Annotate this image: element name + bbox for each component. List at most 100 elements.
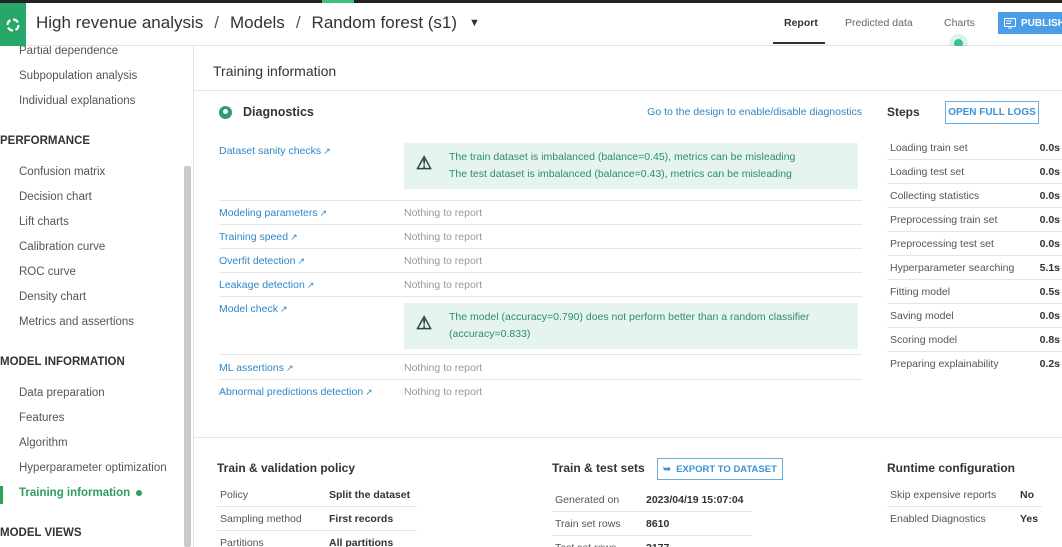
step-time: 0.5s xyxy=(1039,286,1060,298)
step-label: Scoring model xyxy=(890,334,958,346)
diagnostic-link[interactable]: ML assertions ↗ xyxy=(219,362,294,374)
step-label: Collecting statistics xyxy=(890,190,980,202)
sets-title: Train & test sets xyxy=(552,461,645,475)
sidebar-item-roc-curve[interactable]: ROC curve xyxy=(19,266,76,278)
sets-value: 8610 xyxy=(646,518,670,530)
diagnostic-link[interactable]: Dataset sanity checks ↗ xyxy=(219,145,331,157)
sidebar-item-density-chart[interactable]: Density chart xyxy=(19,291,86,303)
app-logo-icon[interactable] xyxy=(0,3,26,46)
breadcrumb: High revenue analysis / Models / Random … xyxy=(36,13,480,33)
diagnostic-label: Overfit detection xyxy=(219,255,296,267)
page-title: Training information xyxy=(213,63,337,79)
publish-icon xyxy=(1004,17,1016,28)
top-bar: High revenue analysis / Models / Random … xyxy=(0,0,1062,48)
diagnostic-row-overfit-detection: Overfit detection ↗ Nothing to report xyxy=(219,249,862,273)
step-time: 0.2s xyxy=(1039,358,1060,370)
external-link-icon: ↗ xyxy=(306,280,315,290)
diagnostic-link[interactable]: Abnormal predictions detection ↗ xyxy=(219,386,373,398)
policy-title: Train & validation policy xyxy=(217,461,356,475)
chevron-down-icon[interactable]: ▼ xyxy=(469,17,480,29)
diagnostic-link[interactable]: Training speed ↗ xyxy=(219,231,298,243)
sidebar-item-label: Training information xyxy=(19,487,131,499)
publish-button[interactable]: PUBLISH xyxy=(998,12,1062,34)
step-label: Saving model xyxy=(890,310,954,322)
sidebar-item-confusion-matrix[interactable]: Confusion matrix xyxy=(19,166,105,178)
export-label: EXPORT TO DATASET xyxy=(676,463,777,475)
policy-value: Split the dataset xyxy=(329,489,411,501)
policy-key: Sampling method xyxy=(220,513,302,525)
runtime-value: No xyxy=(1020,489,1034,501)
tab-predicted-data[interactable]: Predicted data xyxy=(845,17,913,29)
diagnostic-link[interactable]: Model check ↗ xyxy=(219,303,288,315)
step-row: Hyperparameter searching 5.1s xyxy=(887,256,1062,280)
diagnostic-row-ml-assertions: ML assertions ↗ Nothing to report xyxy=(219,356,862,380)
sets-key: Train set rows xyxy=(555,518,621,530)
sidebar-item-hyperparameter-optimization[interactable]: Hyperparameter optimization xyxy=(19,462,167,474)
diagnostic-row-modeling-parameters: Modeling parameters ↗ Nothing to report xyxy=(219,201,862,225)
step-time: 0.0s xyxy=(1039,310,1060,322)
policy-row: Partitions All partitions xyxy=(217,531,417,547)
diagnostic-row-training-speed: Training speed ↗ Nothing to report xyxy=(219,225,862,249)
step-row: Preparing explainability 0.2s xyxy=(887,352,1062,376)
sidebar-item-training-information[interactable]: Training information xyxy=(19,487,143,499)
diagnostics-header: Diagnostics xyxy=(219,105,314,119)
sidebar-item-decision-chart[interactable]: Decision chart xyxy=(19,191,92,203)
diagnostic-value: Nothing to report xyxy=(404,207,483,219)
design-link[interactable]: Go to the design to enable/disable diagn… xyxy=(647,106,862,118)
sidebar-active-indicator xyxy=(0,486,3,504)
sidebar-section-performance: PERFORMANCE xyxy=(0,135,91,147)
top-accent-segment xyxy=(322,0,354,3)
diagnostic-link[interactable]: Leakage detection ↗ xyxy=(219,279,314,291)
diagnostic-link[interactable]: Overfit detection ↗ xyxy=(219,255,305,267)
sidebar-item-subpopulation-analysis[interactable]: Subpopulation analysis xyxy=(19,70,137,82)
step-row: Fitting model 0.5s xyxy=(887,280,1062,304)
step-time: 0.0s xyxy=(1039,166,1060,178)
runtime-value: Yes xyxy=(1020,513,1039,525)
diagnostic-value: Nothing to report xyxy=(404,386,483,398)
breadcrumb-model[interactable]: Random forest (s1) xyxy=(312,13,458,33)
sidebar-item-metrics-and-assertions[interactable]: Metrics and assertions xyxy=(19,316,134,328)
sets-key: Test set rows xyxy=(555,542,616,547)
title-divider xyxy=(194,90,1062,91)
sidebar-item-data-preparation[interactable]: Data preparation xyxy=(19,387,105,399)
diagnostic-link[interactable]: Modeling parameters ↗ xyxy=(219,207,327,219)
tab-charts[interactable]: Charts xyxy=(944,17,975,29)
sidebar-scrollbar[interactable] xyxy=(184,166,191,547)
external-link-icon: ↗ xyxy=(323,146,331,156)
sidebar-item-individual-explanations[interactable]: Individual explanations xyxy=(19,95,135,107)
steps-title: Steps xyxy=(887,105,920,119)
external-link-icon: ↗ xyxy=(285,363,294,373)
sidebar: Partial dependence Subpopulation analysi… xyxy=(0,46,186,547)
breadcrumb-project[interactable]: High revenue analysis xyxy=(36,13,203,33)
warning-icon: ⚠ xyxy=(416,153,433,173)
sets-value: 2023/04/19 15:07:04 xyxy=(646,494,744,506)
sidebar-item-calibration-curve[interactable]: Calibration curve xyxy=(19,241,105,253)
active-dot-icon xyxy=(136,489,143,496)
runtime-row: Skip expensive reports No xyxy=(887,483,1042,507)
policy-row: Policy Split the dataset xyxy=(217,483,417,507)
sets-value: 2177 xyxy=(646,542,669,547)
external-link-icon: ↗ xyxy=(319,208,328,218)
diagnostic-row-abnormal-predictions: Abnormal predictions detection ↗ Nothing … xyxy=(219,380,862,404)
step-label: Preprocessing test set xyxy=(890,238,994,250)
breadcrumb-models[interactable]: Models xyxy=(230,13,285,33)
open-full-logs-button[interactable]: OPEN FULL LOGS xyxy=(945,101,1039,124)
diagnostic-alert: ⚠ The train dataset is imbalanced (balan… xyxy=(404,143,858,189)
step-label: Preparing explainability xyxy=(890,358,999,370)
step-row: Loading train set 0.0s xyxy=(887,136,1062,160)
sidebar-item-features[interactable]: Features xyxy=(19,412,64,424)
section-divider xyxy=(194,437,1062,438)
tab-report[interactable]: Report xyxy=(784,17,818,29)
step-time: 0.0s xyxy=(1039,214,1060,226)
diagnostic-label: Model check xyxy=(219,303,278,315)
export-to-dataset-button[interactable]: ➥ EXPORT TO DATASET xyxy=(657,458,783,480)
step-row: Preprocessing train set 0.0s xyxy=(887,208,1062,232)
policy-value: All partitions xyxy=(329,537,394,547)
sidebar-item-algorithm[interactable]: Algorithm xyxy=(19,437,68,449)
sidebar-item-partial-dependence[interactable]: Partial dependence xyxy=(19,46,118,57)
alert-message: (accuracy=0.833) xyxy=(449,328,531,340)
step-row: Loading test set 0.0s xyxy=(887,160,1062,184)
diagnostic-value: Nothing to report xyxy=(404,279,483,291)
main-panel: Training information Diagnostics Go to t… xyxy=(194,46,1062,547)
sidebar-item-lift-charts[interactable]: Lift charts xyxy=(19,216,69,228)
